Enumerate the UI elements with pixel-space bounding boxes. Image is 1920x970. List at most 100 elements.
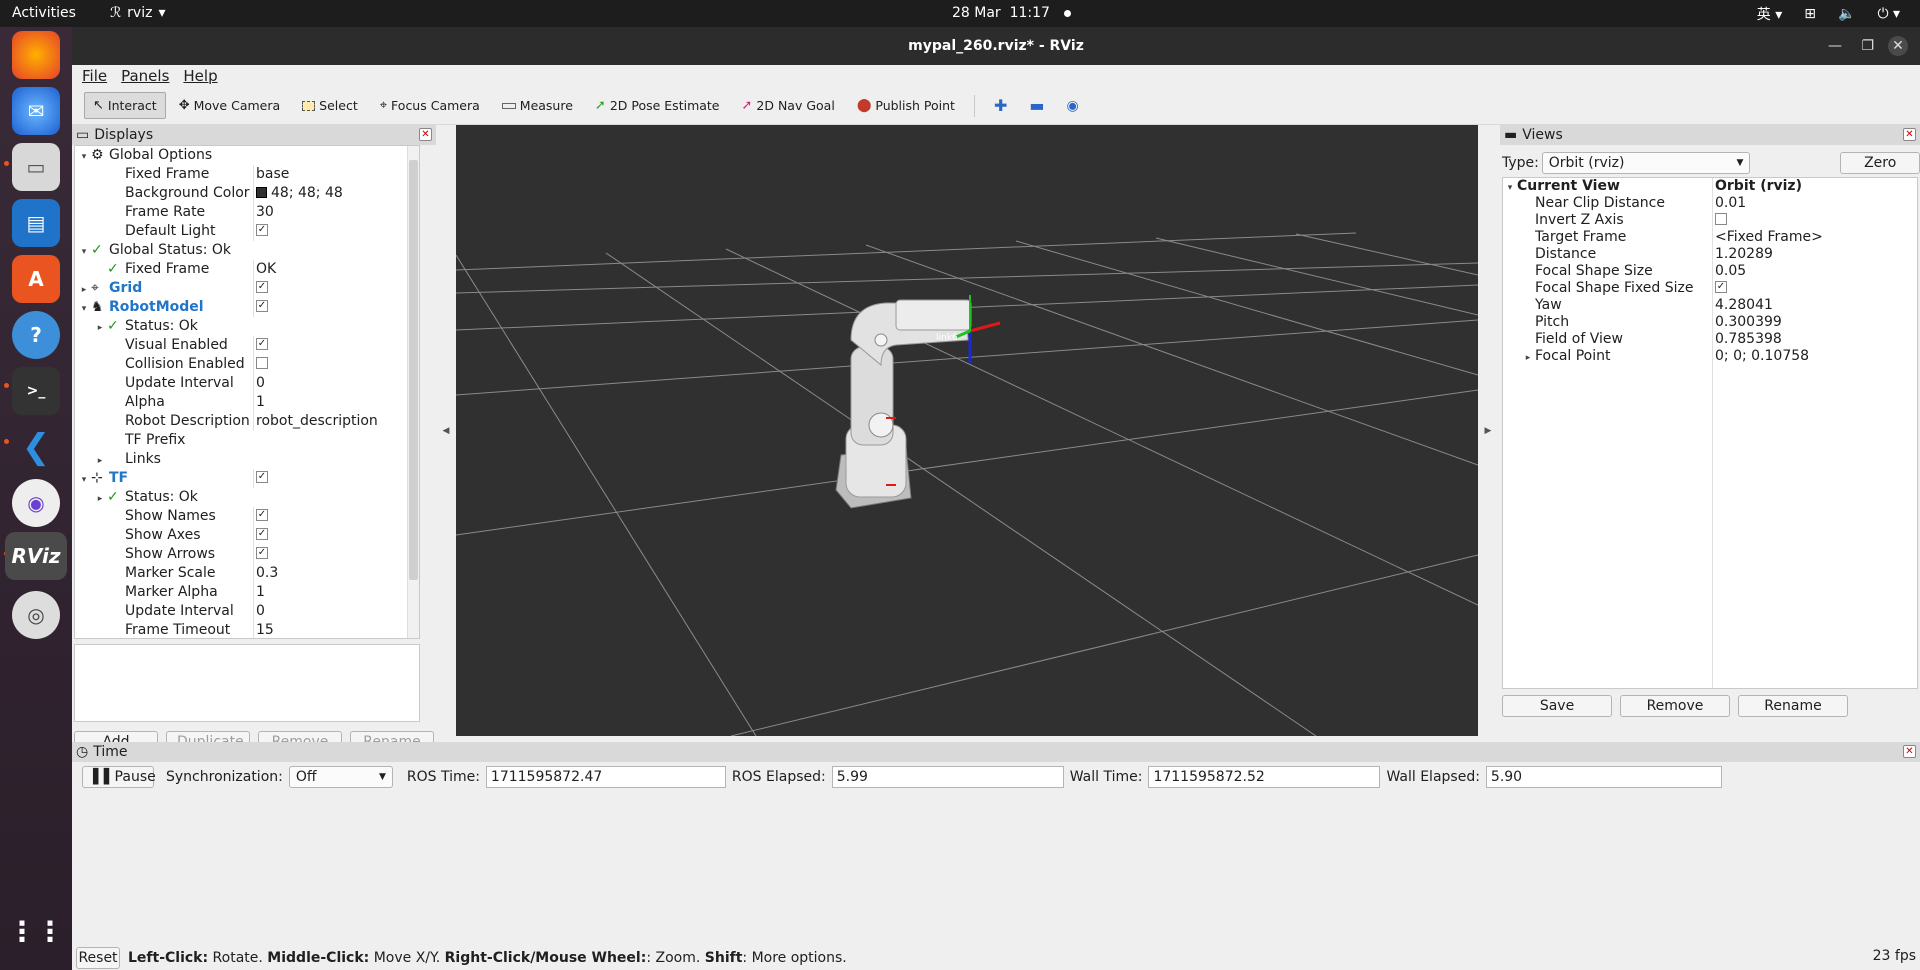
display-tree-row[interactable]: ▸ ✓ Status: Ok [75, 317, 419, 336]
display-row-value[interactable]: 0.3 [253, 564, 278, 583]
checkbox-checked[interactable]: ✓ [256, 300, 268, 312]
view-prop-value[interactable]: 0; 0; 0.10758 [1715, 348, 1809, 365]
display-row-value[interactable]: OK [253, 260, 276, 279]
display-row-value[interactable]: ✓ [253, 545, 268, 564]
reset-button[interactable]: Reset [76, 946, 120, 969]
display-row-value[interactable]: 15 [253, 621, 274, 638]
expand-arrow-icon[interactable]: ▸ [1521, 350, 1535, 367]
display-tree-row[interactable]: ▾ ♞ RobotModel ✓ [75, 298, 419, 317]
checkbox-checked[interactable]: ✓ [256, 471, 268, 483]
wall-time-field[interactable]: 1711595872.52 [1148, 766, 1381, 788]
display-row-value[interactable] [253, 355, 268, 374]
vscode-icon[interactable]: ❮ [12, 423, 60, 471]
close-icon[interactable]: ✕ [1888, 36, 1908, 56]
system-tray[interactable]: 英 ▾ ⊞ 🔈 ⏻ ▾ [1757, 4, 1900, 24]
remove-view-button[interactable]: Remove [1620, 695, 1730, 717]
checkbox-checked[interactable]: ✓ [256, 547, 268, 559]
close-panel-icon[interactable]: ✕ [419, 128, 432, 141]
display-row-value[interactable]: base [253, 165, 289, 184]
remove-tool-icon[interactable]: ▬ [1020, 90, 1053, 121]
view-prop-value[interactable]: 0.300399 [1715, 314, 1782, 331]
3d-viewport[interactable]: link6 [456, 125, 1478, 736]
help-icon[interactable]: ? [12, 311, 60, 359]
view-prop-row[interactable]: Pitch 0.300399 [1503, 314, 1917, 331]
libreoffice-writer-icon[interactable]: ▤ [12, 199, 60, 247]
pause-button[interactable]: ▌▌Pause [82, 766, 156, 788]
display-tree-row[interactable]: ▸ ✓ Status: Ok [75, 488, 419, 507]
display-tree-row[interactable]: Visual Enabled ✓ [75, 336, 419, 355]
display-tree-row[interactable]: Show Names ✓ [75, 507, 419, 526]
menu-file[interactable]: File [82, 65, 107, 87]
app-menu[interactable]: ℛrviz ▾ [110, 5, 165, 21]
display-tree-row[interactable]: ▾ ⚙ Global Options [75, 146, 419, 165]
display-row-value[interactable]: 1 [253, 393, 265, 412]
display-row-value[interactable]: ✓ [253, 279, 268, 298]
display-tree-row[interactable]: Robot Description robot_description [75, 412, 419, 431]
files-icon[interactable]: ▭ [12, 143, 60, 191]
display-tree-row[interactable]: Update Interval 0 [75, 374, 419, 393]
activities-button[interactable]: Activities [12, 5, 76, 21]
views-tree[interactable]: ▾ Current View Orbit (rviz) Near Clip Dist… [1502, 177, 1918, 689]
view-prop-value[interactable]: 0.05 [1715, 263, 1746, 280]
display-row-value[interactable]: 1 [253, 583, 265, 602]
display-tree-row[interactable]: ✓ Fixed Frame OK [75, 260, 419, 279]
checkbox-checked[interactable]: ✓ [256, 224, 268, 236]
add-tool-icon[interactable]: ✚ [985, 90, 1016, 121]
view-prop-value[interactable]: <Fixed Frame> [1715, 229, 1823, 246]
display-tree-row[interactable]: Alpha 1 [75, 393, 419, 412]
display-tree-row[interactable]: Show Axes ✓ [75, 526, 419, 545]
measure-tool-button[interactable]: Measure [493, 92, 582, 119]
display-row-value[interactable]: robot_description [253, 412, 378, 431]
display-row-value[interactable]: 30 [253, 203, 274, 222]
terminal-icon[interactable]: >_ [12, 367, 60, 415]
display-tree-row[interactable]: Default Light ✓ [75, 222, 419, 241]
view-type-select[interactable]: Orbit (rviz) ▼ [1541, 152, 1751, 174]
view-prop-row[interactable]: Yaw 4.28041 [1503, 297, 1917, 314]
menu-help[interactable]: Help [183, 65, 217, 87]
display-tree-row[interactable]: Fixed Frame base [75, 165, 419, 184]
close-panel-icon[interactable]: ✕ [1903, 745, 1916, 758]
zero-button[interactable]: Zero [1840, 152, 1920, 174]
display-tree-row[interactable]: ▸ Links [75, 450, 419, 469]
minimize-icon[interactable]: — [1828, 27, 1842, 65]
display-tree-row[interactable]: Marker Alpha 1 [75, 583, 419, 602]
checkbox-checked[interactable]: ✓ [256, 509, 268, 521]
input-method-indicator[interactable]: 英 ▾ [1757, 4, 1782, 24]
clock[interactable]: 28 Mar 11:17 [952, 5, 1071, 21]
view-prop-value[interactable]: 0.01 [1715, 195, 1746, 212]
current-view-row[interactable]: ▾ Current View Orbit (rviz) [1503, 178, 1917, 195]
interact-tool-button[interactable]: ↖ Interact [84, 92, 166, 119]
left-splitter[interactable]: ◀ [437, 125, 455, 736]
ros-time-field[interactable]: 1711595872.47 [485, 766, 726, 788]
save-view-button[interactable]: Save [1502, 695, 1612, 717]
display-row-value[interactable]: 0 [253, 602, 265, 621]
focus-camera-tool-button[interactable]: ⌖ Focus Camera [371, 92, 489, 119]
display-row-value[interactable]: 48; 48; 48 [253, 184, 343, 203]
display-row-value[interactable]: ✓ [253, 336, 268, 355]
app-grid-icon[interactable]: ⋮⋮ [8, 907, 64, 955]
eye-icon[interactable]: ◉ [1057, 92, 1087, 120]
display-row-value[interactable]: ✓ [253, 526, 268, 545]
view-prop-row[interactable]: Near Clip Distance 0.01 [1503, 195, 1917, 212]
display-tree-row[interactable]: Collision Enabled [75, 355, 419, 374]
network-icon[interactable]: ⊞ [1804, 6, 1816, 22]
display-tree-row[interactable]: Background Color 48; 48; 48 [75, 184, 419, 203]
wall-elapsed-field[interactable]: 5.90 [1485, 766, 1722, 788]
select-tool-button[interactable]: Select [293, 92, 367, 119]
display-tree-row[interactable]: TF Prefix [75, 431, 419, 450]
display-row-value[interactable]: ✓ [253, 469, 268, 488]
move-camera-tool-button[interactable]: ✥ Move Camera [170, 92, 289, 119]
disc-icon[interactable]: ◎ [12, 591, 60, 639]
display-tree-row[interactable]: Show Arrows ✓ [75, 545, 419, 564]
displays-scrollbar[interactable] [407, 146, 419, 638]
close-panel-icon[interactable]: ✕ [1903, 128, 1916, 141]
checkbox-checked[interactable]: ✓ [256, 281, 268, 293]
view-prop-row[interactable]: Distance 1.20289 [1503, 246, 1917, 263]
software-center-icon[interactable]: A [12, 255, 60, 303]
checkbox-checked[interactable]: ✓ [1715, 281, 1727, 293]
publish-point-tool-button[interactable]: ⬤ Publish Point [848, 92, 964, 119]
view-prop-row[interactable]: Invert Z Axis [1503, 212, 1917, 229]
camera-app-icon[interactable]: ◉ [12, 479, 60, 527]
rviz-icon[interactable]: RViz [5, 532, 67, 580]
view-prop-value[interactable]: 1.20289 [1715, 246, 1773, 263]
